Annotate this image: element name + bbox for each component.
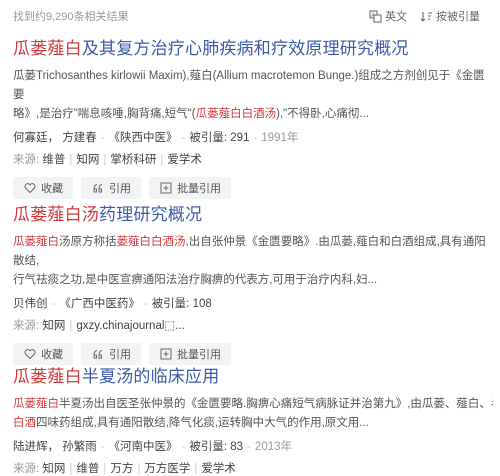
source-link[interactable]: 万方 xyxy=(110,463,133,475)
source-link[interactable]: 掌桥科研 xyxy=(110,154,156,166)
result-meta: 贝伟创 - 《广西中医药》 - 被引量: 108 xyxy=(13,298,212,310)
sort-label: 按被引量 xyxy=(436,11,480,23)
batch-cite-button[interactable]: 批量引用 xyxy=(149,177,231,199)
authors[interactable]: 何寡廷， 方建春 xyxy=(13,132,97,144)
abstract-line: 略》,是治疗"喘息咳唾,胸背痛,短气"(瓜蒌薤白白酒汤),"不得卧,心痛彻... xyxy=(13,105,493,124)
quote-icon xyxy=(91,348,104,361)
cite-label: 引用 xyxy=(109,183,131,195)
add-box-icon xyxy=(159,182,172,195)
source-link[interactable]: 知网 xyxy=(42,320,65,332)
source-link[interactable]: 万方医学 xyxy=(144,463,190,475)
abstract-highlight: 白酒 xyxy=(13,417,36,429)
results-header: 找到约9,290条相关结果 A 英文 按被引量 xyxy=(0,0,500,28)
result-abstract: 瓜蒌Trichosanthes kirlowii Maxim),薤白(Alliu… xyxy=(13,67,493,124)
journal[interactable]: 《陕西中医》 xyxy=(109,132,178,144)
year: 1991年 xyxy=(261,132,299,144)
title-highlight: 瓜蒌薤白 xyxy=(13,39,82,58)
abstract-highlight: 瓜蒌薤白 xyxy=(13,236,59,248)
result-sources: 来源: 维普 | 知网 | 掌桥科研 | 爱学术 xyxy=(13,154,202,166)
source-link[interactable]: 知网 xyxy=(76,154,99,166)
result-item: 瓜蒌薤白半夏汤的临床应用 瓜蒌薤白半夏汤出自医圣张仲景的《金匮要略.胸痹心痛短气… xyxy=(13,362,493,476)
abstract-highlight: 瓜蒌薤白 xyxy=(13,398,59,410)
result-abstract: 瓜蒌薤白汤原方称括蒌薤白白酒汤,出自张仲景《金匮要略》.由瓜蒌,薤白和白酒组成,… xyxy=(13,233,493,290)
quote-icon xyxy=(91,182,104,195)
journal[interactable]: 《河南中医》 xyxy=(109,441,178,453)
abstract-line: 瓜蒌Trichosanthes kirlowii Maxim),薤白(Alliu… xyxy=(13,70,485,101)
collect-label: 收藏 xyxy=(41,183,63,195)
abstract-highlight: 瓜蒌薤白白酒汤 xyxy=(195,108,277,120)
sort-icon xyxy=(420,10,433,23)
cite-label: 引用 xyxy=(109,349,131,361)
abstract-line: 瓜蒌薤白半夏汤出自医圣张仲景的《金匮要略.胸痹心痛短气病脉证并治第九》,由瓜蒌、… xyxy=(13,395,493,414)
authors[interactable]: 陆进辉， 孙繁雨 xyxy=(13,441,97,453)
cite-button[interactable]: 引用 xyxy=(81,177,141,199)
add-box-icon xyxy=(159,348,172,361)
result-sources: 来源: 知网 | gxzy.chinajournal⬚... xyxy=(13,320,185,332)
abstract-text: 四味药组成,具有通阳散结,降气化痰,运转胸中大气的作用,原文用... xyxy=(36,417,369,429)
title-highlight: 瓜蒌薤白汤 xyxy=(13,205,99,224)
source-label: 来源: xyxy=(13,154,40,166)
collect-label: 收藏 xyxy=(41,349,63,361)
source-link[interactable]: 维普 xyxy=(42,154,65,166)
result-item: 瓜蒌薤白汤药理研究概况 瓜蒌薤白汤原方称括蒌薤白白酒汤,出自张仲景《金匮要略》.… xyxy=(13,200,493,365)
language-filter[interactable]: A 英文 xyxy=(369,8,407,24)
source-label: 来源: xyxy=(13,463,40,475)
source-link[interactable]: 爱学术 xyxy=(167,154,202,166)
collect-button[interactable]: 收藏 xyxy=(13,177,73,199)
result-sources: 来源: 知网 | 维普 | 万方 | 万方医学 | 爱学术 xyxy=(13,463,236,475)
translate-icon: A xyxy=(369,10,382,23)
abstract-text: ),"不得卧,心痛彻... xyxy=(276,108,369,120)
abstract-line: 白酒四味药组成,具有通阳散结,降气化痰,运转胸中大气的作用,原文用... xyxy=(13,414,493,433)
citation-count: 被引量: 83 xyxy=(189,441,244,453)
result-title-link[interactable]: 瓜蒌薤白半夏汤的临床应用 xyxy=(13,362,493,387)
abstract-line: 行气祛痰之功,是中医宣痹通阳法治疗胸痹的代表方,可用于治疗内科,妇... xyxy=(13,274,378,286)
citation-count: 被引量: 108 xyxy=(151,298,212,310)
authors[interactable]: 贝伟创 xyxy=(13,298,48,310)
source-link[interactable]: 知网 xyxy=(42,463,65,475)
result-count: 找到约9,290条相关结果 xyxy=(13,11,129,23)
result-actions: 收藏 引用 批量引用 xyxy=(13,177,493,199)
heart-icon xyxy=(23,348,36,361)
abstract-line: 瓜蒌薤白汤原方称括蒌薤白白酒汤,出自张仲景《金匮要略》.由瓜蒌,薤白和白酒组成,… xyxy=(13,233,493,271)
journal[interactable]: 《广西中医药》 xyxy=(59,298,140,310)
sort-by-citations[interactable]: 按被引量 xyxy=(420,8,480,24)
title-text: 及其复方治疗心肺疾病和疗效原理研究概况 xyxy=(81,39,409,58)
source-label: 来源: xyxy=(13,320,40,332)
title-text: 药理研究概况 xyxy=(99,205,203,224)
batch-cite-label: 批量引用 xyxy=(177,183,221,195)
title-text: 半夏汤的临床应用 xyxy=(81,367,220,386)
result-title-link[interactable]: 瓜蒌薤白及其复方治疗心肺疾病和疗效原理研究概况 xyxy=(13,34,493,59)
citation-count: 被引量: 291 xyxy=(189,132,250,144)
result-title-link[interactable]: 瓜蒌薤白汤药理研究概况 xyxy=(13,200,493,225)
result-abstract: 瓜蒌薤白半夏汤出自医圣张仲景的《金匮要略.胸痹心痛短气病脉证并治第九》,由瓜蒌、… xyxy=(13,395,493,433)
source-link[interactable]: 爱学术 xyxy=(201,463,236,475)
abstract-highlight: 蒌薤白白酒汤 xyxy=(116,236,186,248)
year: 2013年 xyxy=(254,441,293,453)
result-meta: 何寡廷， 方建春 - 《陕西中医》 - 被引量: 291-1991年 xyxy=(13,132,299,144)
abstract-text: 汤原方称括 xyxy=(59,236,117,248)
abstract-text: 略》,是治疗"喘息咳唾,胸背痛,短气"( xyxy=(13,108,196,120)
abstract-text: 半夏汤出自医圣张仲景的《金匮要略.胸痹心痛短气病脉证并治第九》,由瓜蒌、薤白、半… xyxy=(59,398,493,410)
source-link[interactable]: gxzy.chinajournal⬚... xyxy=(76,320,184,332)
batch-cite-label: 批量引用 xyxy=(177,349,221,361)
heart-icon xyxy=(23,182,36,195)
result-item: 瓜蒌薤白及其复方治疗心肺疾病和疗效原理研究概况 瓜蒌Trichosanthes … xyxy=(13,34,493,199)
language-label: 英文 xyxy=(385,11,407,23)
source-link[interactable]: 维普 xyxy=(76,463,99,475)
result-meta: 陆进辉， 孙繁雨 - 《河南中医》 - 被引量: 83-2013年 xyxy=(13,441,293,453)
title-highlight: 瓜蒌薤白 xyxy=(13,367,82,386)
